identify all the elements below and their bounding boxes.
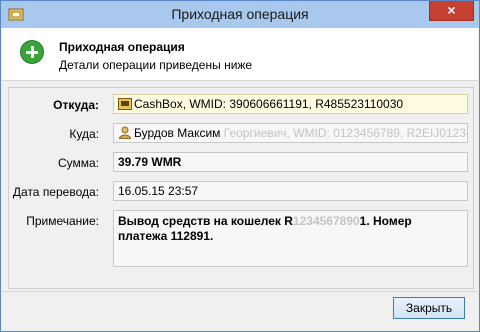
user-icon [118, 126, 132, 139]
amount-label: Сумма: [57, 156, 99, 170]
to-field[interactable]: Бурдов Максим Георгиевич, WMID: 01234567… [113, 123, 468, 143]
note-label: Примечание: [26, 214, 99, 228]
title-bar[interactable]: Приходная операция × [1, 1, 479, 28]
amount-field[interactable]: 39.79 WMR [113, 152, 468, 172]
to-value-redacted: Георгиевич, WMID: 0123456789, R2EIJ01234 [223, 126, 468, 140]
to-value: Бурдов Максим [134, 126, 221, 140]
header-subtitle: Детали операции приведены ниже [59, 58, 253, 72]
details-panel: Откуда: CashBox, WMID: 390606661191, R48… [8, 87, 474, 289]
from-field[interactable]: CashBox, WMID: 390606661191, R4855231100… [113, 94, 468, 114]
plus-circle-icon [20, 40, 44, 64]
window-title: Приходная операция [171, 6, 309, 22]
footer-divider [2, 291, 478, 292]
note-text-redacted: 1234567890 [292, 214, 360, 228]
note-text-prefix: Вывод средств на кошелек R [118, 214, 293, 228]
from-value: CashBox, WMID: 390606661191, R4855231100… [134, 97, 404, 111]
close-button[interactable]: Закрыть [393, 297, 465, 319]
dialog-window: Приходная операция × Приходная операция … [0, 0, 480, 332]
header-title: Приходная операция [59, 40, 185, 54]
cashbox-icon [118, 98, 132, 110]
date-field[interactable]: 16.05.15 23:57 [113, 181, 468, 201]
note-field[interactable]: Вывод средств на кошелек R12345678901. Н… [113, 210, 468, 267]
to-label: Куда: [69, 127, 99, 141]
from-label: Откуда: [53, 98, 99, 112]
window-close-button[interactable]: × [429, 1, 474, 21]
dialog-header: Приходная операция Детали операции приве… [2, 28, 478, 81]
date-label: Дата перевода: [12, 185, 99, 199]
